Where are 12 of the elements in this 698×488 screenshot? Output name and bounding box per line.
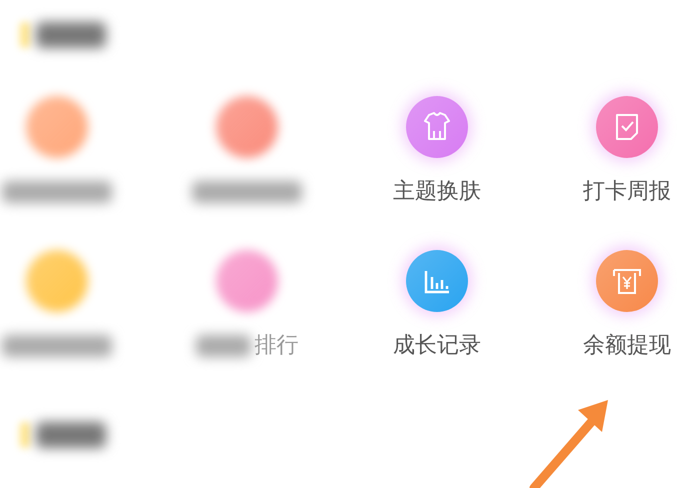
section-title [36, 22, 106, 48]
menu-item-icon[interactable] [26, 250, 88, 312]
menu-item-label: 余额提现 [583, 332, 671, 360]
menu-item-icon[interactable] [216, 96, 278, 158]
section-title [36, 422, 106, 448]
menu-item-icon[interactable] [26, 96, 88, 158]
menu-item-label: 主题换肤 [393, 178, 481, 206]
menu-item-label: 成长记录 [393, 332, 481, 360]
menu-item-label: 排行 [254, 332, 298, 360]
blurred-label [196, 335, 250, 357]
menu-item-icon[interactable] [216, 250, 278, 312]
menu-item-label: 打卡周报 [583, 178, 671, 206]
